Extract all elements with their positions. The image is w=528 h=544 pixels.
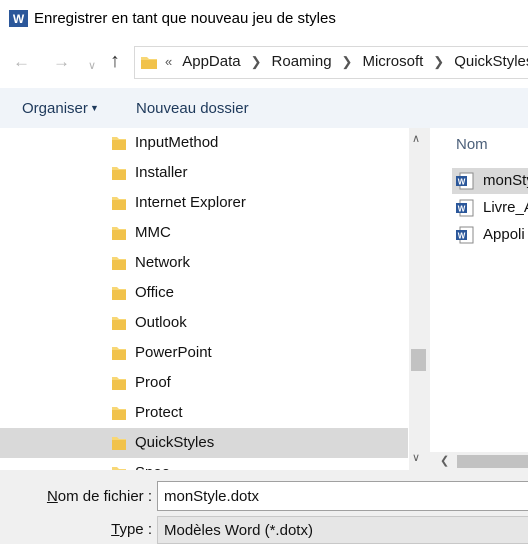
folder-icon: [112, 167, 126, 180]
chevron-right-icon[interactable]: ❯: [433, 54, 444, 70]
breadcrumb: « AppData ❯ Roaming ❯ Microsoft ❯ QuickS…: [165, 53, 528, 70]
nav-tree-item[interactable]: Proof: [0, 368, 408, 398]
nav-tree-item[interactable]: Installer: [0, 158, 408, 188]
nav-tree-item[interactable]: Protect: [0, 398, 408, 428]
nav-tree-item-label: Installer: [135, 164, 188, 181]
breadcrumb-item[interactable]: AppData: [182, 53, 240, 70]
nav-tree-item-label: QuickStyles: [135, 434, 215, 451]
filename-label: Nom de fichier :: [46, 488, 152, 505]
chevron-down-icon: ∨: [88, 60, 97, 72]
scroll-left-icon[interactable]: ❮: [440, 454, 449, 467]
horizontal-scrollbar[interactable]: ❮: [430, 452, 528, 470]
nav-tree-item-label: Outlook: [135, 314, 187, 331]
save-form: Nom de fichier : Type : Modèles Word (*.…: [0, 470, 528, 544]
forward-button[interactable]: →: [53, 52, 70, 72]
nav-tree-item[interactable]: PowerPoint: [0, 338, 408, 368]
svg-text:W: W: [458, 178, 466, 187]
folder-icon: [112, 137, 126, 150]
arrow-left-icon: ←: [13, 52, 30, 71]
filename-field[interactable]: [157, 481, 528, 511]
chevron-right-icon[interactable]: ❯: [251, 54, 262, 70]
nav-tree-item[interactable]: Office: [0, 278, 408, 308]
nav-tree-item-label: Internet Explorer: [135, 194, 246, 211]
nav-tree-item[interactable]: Outlook: [0, 308, 408, 338]
scrollbar-thumb[interactable]: [457, 455, 528, 468]
folder-icon: [112, 347, 126, 360]
folder-icon: [112, 227, 126, 240]
folder-icon: [141, 57, 157, 69]
word-document-icon: W: [456, 172, 474, 190]
chevron-right-icon[interactable]: ❯: [342, 54, 353, 70]
file-row[interactable]: WmonSty: [452, 168, 528, 194]
nav-tree-item-label: MMC: [135, 224, 171, 241]
breadcrumb-item[interactable]: Microsoft: [362, 53, 423, 70]
arrow-up-icon: ↑: [110, 50, 120, 72]
organise-button[interactable]: Organiser: [22, 100, 88, 117]
word-document-icon: W: [456, 226, 474, 244]
title-bar: W Enregistrer en tant que nouveau jeu de…: [0, 0, 528, 38]
back-button[interactable]: ←: [13, 52, 30, 72]
nav-tree-item[interactable]: Internet Explorer: [0, 188, 408, 218]
file-row[interactable]: W Appoli: [452, 222, 528, 248]
file-name: Appoli: [483, 226, 525, 243]
nav-tree-item[interactable]: QuickStyles: [0, 428, 408, 458]
file-list: Nom WmonStyWLivre_AWAppoli: [430, 128, 528, 470]
nav-tree-item[interactable]: Spee: [0, 458, 408, 470]
file-name: monSty: [483, 172, 528, 189]
file-type-value: Modèles Word (*.dotx): [164, 522, 313, 539]
folder-icon: [112, 317, 126, 330]
nav-tree-item-label: InputMethod: [135, 134, 219, 151]
new-folder-button[interactable]: Nouveau dossier: [136, 100, 249, 117]
vertical-scrollbar[interactable]: ∧ ∨: [409, 128, 428, 470]
navigation-pane: InputMethod Installer Internet Explorer MMC…: [0, 128, 428, 470]
breadcrumb-item[interactable]: Roaming: [272, 53, 332, 70]
breadcrumb-item[interactable]: QuickStyles: [454, 53, 528, 70]
up-button[interactable]: ↑: [110, 51, 120, 71]
folder-icon: [112, 377, 126, 390]
nav-tree-item-label: PowerPoint: [135, 344, 212, 361]
folder-icon: [112, 407, 126, 420]
file-row[interactable]: W Livre_A: [452, 195, 528, 221]
column-header-name[interactable]: Nom: [456, 136, 488, 153]
svg-text:W: W: [458, 232, 466, 241]
nav-tree-item[interactable]: InputMethod: [0, 128, 408, 158]
scroll-up-icon[interactable]: ∧: [412, 132, 420, 145]
folder-icon: [112, 287, 126, 300]
svg-text:W: W: [13, 12, 25, 26]
arrow-right-icon: →: [53, 52, 70, 71]
window-title: Enregistrer en tant que nouveau jeu de s…: [34, 10, 336, 27]
recent-locations-button[interactable]: ∨: [88, 56, 96, 76]
address-bar[interactable]: « AppData ❯ Roaming ❯ Microsoft ❯ QuickS…: [134, 46, 528, 79]
nav-tree-item[interactable]: Network: [0, 248, 408, 278]
breadcrumb-overflow[interactable]: «: [165, 54, 172, 69]
nav-tree-item-label: Network: [135, 254, 191, 271]
word-document-icon: W: [456, 199, 474, 217]
scrollbar-thumb[interactable]: [411, 349, 426, 371]
svg-text:W: W: [458, 205, 466, 214]
folder-icon: [112, 197, 126, 210]
nav-tree-item-label: Office: [135, 284, 174, 301]
folder-icon: [112, 257, 126, 270]
folder-icon: [112, 437, 126, 450]
nav-tree-item-label: Proof: [135, 374, 171, 391]
scroll-down-icon[interactable]: ∨: [412, 451, 420, 464]
file-name: Livre_A: [483, 199, 528, 216]
nav-tree-item-label: Protect: [135, 404, 183, 421]
command-bar: Organiser ▼ Nouveau dossier: [0, 88, 528, 128]
caret-down-icon[interactable]: ▼: [90, 103, 99, 113]
address-row: ← → ∨ ↑ « AppData ❯ Roaming ❯ Microsoft …: [0, 38, 528, 88]
nav-tree-item[interactable]: MMC: [0, 218, 408, 248]
word-icon: W: [9, 10, 28, 27]
file-type-select[interactable]: Modèles Word (*.dotx): [157, 516, 528, 544]
type-label: Type :: [111, 521, 152, 538]
